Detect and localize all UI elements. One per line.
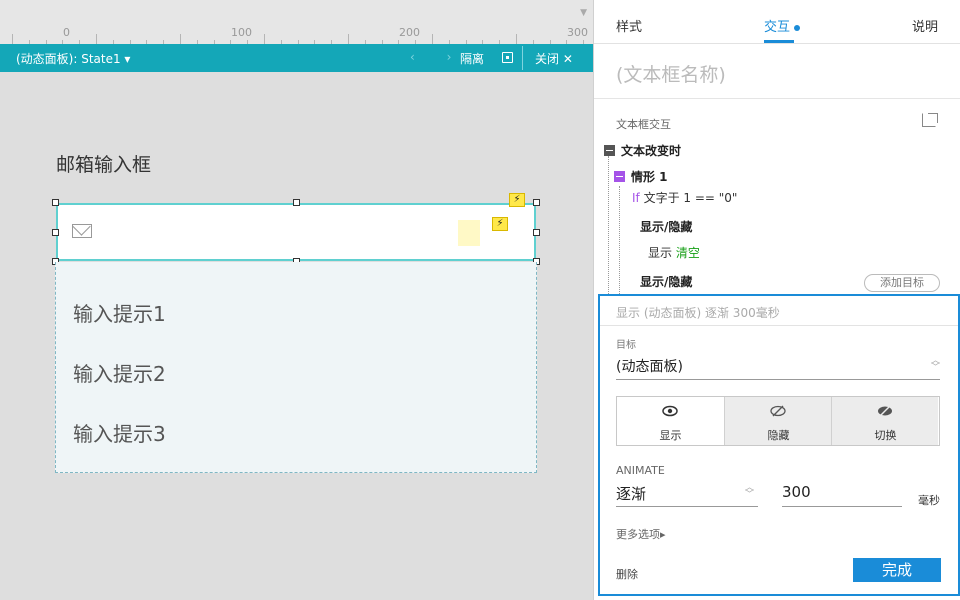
ruler-tick — [12, 34, 13, 44]
tab-style[interactable]: 样式 — [616, 16, 642, 35]
action-editor: 显示 (动态面板) 逐渐 300毫秒 目标 (动态面板) ︿ ﹀ 显示 隐藏 切… — [598, 294, 960, 596]
suggestion-dropdown-panel: 输入提示1 输入提示2 输入提示3 — [55, 262, 537, 473]
state-nav-arrows[interactable]: ‹ › — [410, 50, 465, 64]
tree-guide-line — [619, 186, 620, 294]
ruler-dropdown-icon[interactable]: ▼ — [580, 8, 587, 18]
ruler-ticks — [0, 34, 593, 44]
section-title: 文本框交互 — [616, 118, 671, 131]
resize-handle-l[interactable] — [52, 229, 59, 236]
active-tab-indicator — [764, 40, 794, 43]
target-value: (动态面板) — [616, 359, 683, 375]
suggestion-item[interactable]: 输入提示2 — [73, 358, 166, 387]
ruler-label-200: 200 — [399, 26, 420, 39]
mail-icon — [72, 224, 92, 238]
animate-value: 逐渐 — [616, 485, 647, 503]
ruler-label-300: 300 — [567, 26, 588, 39]
event-bolt-icon[interactable]: ⚡ — [492, 217, 508, 231]
updown-icon: ︿ ﹀ — [744, 483, 754, 500]
target-label: 目标 — [616, 340, 636, 351]
isolate-button[interactable]: 隔离 — [460, 50, 484, 67]
dynamic-panel-bar: (动态面板): State1 ▾ ‹ › 隔离 关闭 ✕ — [0, 44, 593, 72]
case-collapse-icon[interactable] — [614, 171, 625, 182]
tab-interaction[interactable]: 交互 — [764, 16, 801, 35]
more-options-link[interactable]: 更多选项▸ — [616, 526, 666, 542]
event-row[interactable]: 文本改变时 — [604, 142, 681, 159]
active-dot-icon — [794, 24, 801, 31]
action-verb: 显示 — [648, 246, 673, 260]
tab-interaction-label: 交互 — [764, 20, 791, 35]
duration-unit: 毫秒 — [918, 494, 940, 507]
divider — [594, 98, 960, 99]
hide-option-label: 隐藏 — [767, 429, 790, 442]
action-detail[interactable]: 显示 清空 — [648, 244, 700, 261]
collapse-icon[interactable] — [604, 145, 615, 156]
design-canvas[interactable]: 0 100 200 300 ▼ (动态面板): State1 ▾ ‹ › 隔离 … — [0, 0, 593, 600]
condition-row[interactable]: If 文字于 1 == "0" — [632, 189, 737, 206]
ruler-tick — [516, 34, 517, 44]
resize-handle-tr[interactable] — [533, 199, 540, 206]
case-label: 情形 1 — [631, 170, 668, 184]
toggle-option-button[interactable]: 切换 — [831, 397, 938, 445]
ruler-label-0: 0 — [63, 26, 70, 39]
action-title[interactable]: 显示/隐藏 — [640, 218, 692, 235]
bar-divider — [522, 46, 523, 70]
toggle-option-label: 切换 — [874, 429, 897, 442]
ruler-tick — [96, 34, 97, 44]
selection-bolt-icon[interactable]: ⚡ — [509, 193, 525, 207]
ruler-tick — [264, 34, 265, 44]
hide-option-button[interactable]: 隐藏 — [724, 397, 831, 445]
resize-handle-tl[interactable] — [52, 199, 59, 206]
duration-value: 300 — [782, 483, 811, 501]
horizontal-ruler: 0 100 200 300 ▼ — [0, 0, 593, 44]
ruler-tick — [432, 34, 433, 44]
panel-state-dropdown[interactable]: (动态面板): State1 ▾ — [16, 50, 130, 67]
duration-input[interactable]: 300 — [782, 483, 902, 507]
delete-link[interactable]: 删除 — [616, 566, 638, 582]
show-option-button[interactable]: 显示 — [617, 397, 724, 445]
widget-name-input[interactable]: (文本框名称) — [616, 60, 726, 87]
updown-icon: ︿ ﹀ — [930, 356, 940, 373]
case-row[interactable]: 情形 1 — [614, 168, 668, 185]
resize-handle-r[interactable] — [533, 229, 540, 236]
ruler-label-100: 100 — [231, 26, 252, 39]
expand-icon[interactable] — [922, 113, 938, 127]
toggle-eye-icon — [878, 405, 892, 417]
eye-icon — [662, 405, 678, 417]
condition-text: 文字于 1 == "0" — [643, 191, 738, 205]
action-target: 清空 — [675, 246, 700, 260]
tree-guide-line — [608, 156, 609, 294]
isolate-icon[interactable] — [502, 52, 513, 63]
ruler-tick — [180, 34, 181, 44]
target-select[interactable]: (动态面板) ︿ ﹀ — [616, 356, 940, 380]
if-keyword: If — [632, 191, 640, 205]
action-title[interactable]: 显示/隐藏 — [640, 273, 692, 290]
animate-label: ANIMATE — [616, 464, 665, 477]
event-label: 文本改变时 — [621, 144, 682, 158]
inspector-panel: 样式 交互 说明 (文本框名称) 文本框交互 文本改变时 情形 1 If 文字于… — [593, 0, 960, 600]
resize-handle-t[interactable] — [293, 199, 300, 206]
suggestion-item[interactable]: 输入提示3 — [73, 418, 166, 447]
highlight-marker — [458, 220, 480, 246]
suggestion-item[interactable]: 输入提示1 — [73, 298, 166, 327]
visibility-segmented-control: 显示 隐藏 切换 — [616, 396, 940, 446]
editor-summary: 显示 (动态面板) 逐渐 300毫秒 — [616, 306, 780, 320]
close-panel-button[interactable]: 关闭 ✕ — [535, 50, 573, 67]
inspector-tabs: 样式 交互 说明 — [594, 0, 960, 44]
eye-slash-icon — [770, 405, 786, 417]
add-target-button[interactable]: 添加目标 — [864, 274, 940, 292]
email-field-title: 邮箱输入框 — [56, 154, 152, 176]
animate-select[interactable]: 逐渐 ︿ ﹀ — [616, 483, 758, 507]
tab-notes[interactable]: 说明 — [912, 16, 938, 35]
email-input-widget[interactable]: ⚡ — [56, 203, 536, 261]
done-button[interactable]: 完成 — [853, 558, 941, 582]
ruler-tick — [348, 34, 349, 44]
show-option-label: 显示 — [659, 429, 682, 442]
editor-summary-row: 显示 (动态面板) 逐渐 300毫秒 — [600, 296, 958, 326]
